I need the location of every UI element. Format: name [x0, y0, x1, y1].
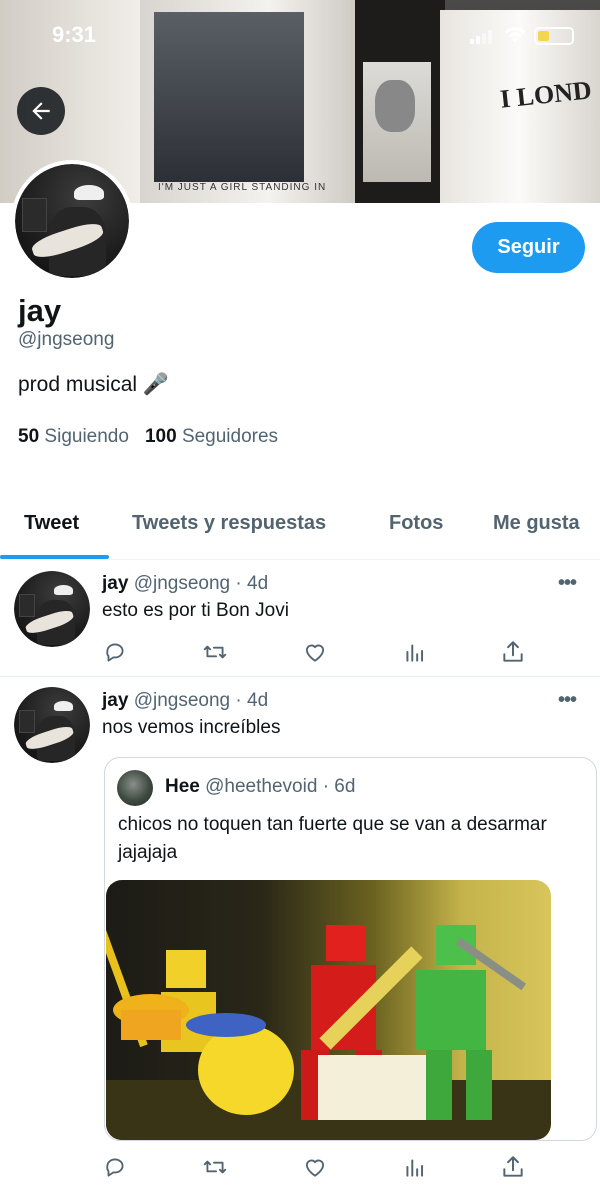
- tweet-time: · 4d: [235, 573, 269, 594]
- tab-fotos[interactable]: Fotos: [389, 512, 443, 535]
- back-button[interactable]: [17, 87, 65, 135]
- quoted-tweet-time: · 6d: [322, 776, 356, 797]
- share-icon[interactable]: [500, 1154, 526, 1180]
- profile-bio: prod musical 🎤: [18, 373, 170, 396]
- quoted-tweet-image[interactable]: [106, 880, 551, 1140]
- status-bar: 9:31: [0, 0, 600, 70]
- banner-poster: [363, 62, 431, 182]
- active-tab-indicator: [0, 555, 109, 559]
- tweet-text: nos vemos increíbles: [102, 717, 281, 738]
- tab-tweet[interactable]: Tweet: [24, 512, 79, 535]
- tweet-avatar[interactable]: [14, 571, 90, 647]
- tab-tweets-y-respuestas[interactable]: Tweets y respuestas: [132, 512, 326, 535]
- more-icon[interactable]: •••: [558, 689, 577, 712]
- retweet-icon[interactable]: [202, 639, 228, 665]
- tweet-item[interactable]: jay @jngseong · 4d ••• esto es por ti Bo…: [0, 560, 600, 677]
- analytics-icon[interactable]: [402, 1154, 428, 1180]
- followers-link[interactable]: 100 Seguidores: [145, 426, 278, 447]
- tweet-header: jay @jngseong · 4d: [102, 690, 268, 712]
- quoted-tweet-handle: @heethevoid: [205, 776, 318, 797]
- followers-label: Seguidores: [181, 426, 279, 447]
- banner-shirt-logo: I LOND: [498, 75, 593, 114]
- profile-stats: 50 Siguiendo 100 Seguidores: [18, 426, 278, 448]
- following-link[interactable]: 50 Siguiendo: [18, 426, 129, 447]
- tweet-handle: @jngseong: [133, 573, 231, 594]
- profile-tabs: Tweet Tweets y respuestas Fotos Me gusta: [0, 500, 600, 560]
- like-icon[interactable]: [302, 1154, 328, 1180]
- battery-icon: [534, 27, 574, 45]
- following-label: Siguiendo: [44, 426, 129, 447]
- wifi-icon: [504, 26, 526, 50]
- status-time: 9:31: [52, 22, 97, 47]
- like-icon[interactable]: [302, 639, 328, 665]
- reply-icon[interactable]: [102, 639, 128, 665]
- more-icon[interactable]: •••: [558, 572, 577, 595]
- tweet-author[interactable]: jay: [102, 690, 128, 711]
- tweet-actions: [102, 1154, 532, 1180]
- tweet-handle: @jngseong: [133, 690, 231, 711]
- follow-button[interactable]: Seguir: [472, 222, 585, 273]
- banner-shirt-caption: I'M JUST A GIRL STANDING IN: [158, 182, 327, 193]
- tweet-author[interactable]: jay: [102, 573, 128, 594]
- quoted-tweet[interactable]: Hee @heethevoid · 6d chicos no toquen ta…: [104, 757, 597, 1141]
- tweet-header: jay @jngseong · 4d: [102, 573, 268, 595]
- tweet-time: · 4d: [235, 690, 269, 711]
- profile-name: jay: [18, 293, 62, 328]
- quoted-tweet-author: Hee: [165, 776, 200, 797]
- tweet-actions: [102, 639, 532, 665]
- profile-avatar[interactable]: [11, 160, 133, 282]
- tweet-text: esto es por ti Bon Jovi: [102, 600, 289, 621]
- following-count: 50: [18, 426, 40, 447]
- back-arrow-icon: [32, 102, 50, 120]
- share-icon[interactable]: [500, 639, 526, 665]
- tweet-avatar[interactable]: [14, 687, 90, 763]
- followers-count: 100: [144, 426, 177, 447]
- tab-me-gusta[interactable]: Me gusta: [493, 512, 580, 535]
- quoted-tweet-text: chicos no toquen tan fuerte que se van a…: [118, 814, 547, 863]
- analytics-icon[interactable]: [402, 639, 428, 665]
- profile-handle: @jngseong: [18, 329, 115, 350]
- reply-icon[interactable]: [102, 1154, 128, 1180]
- retweet-icon[interactable]: [202, 1154, 228, 1180]
- quoted-tweet-header: Hee @heethevoid · 6d: [165, 776, 355, 798]
- quoted-tweet-avatar: [117, 770, 153, 806]
- signal-icon: [470, 30, 492, 44]
